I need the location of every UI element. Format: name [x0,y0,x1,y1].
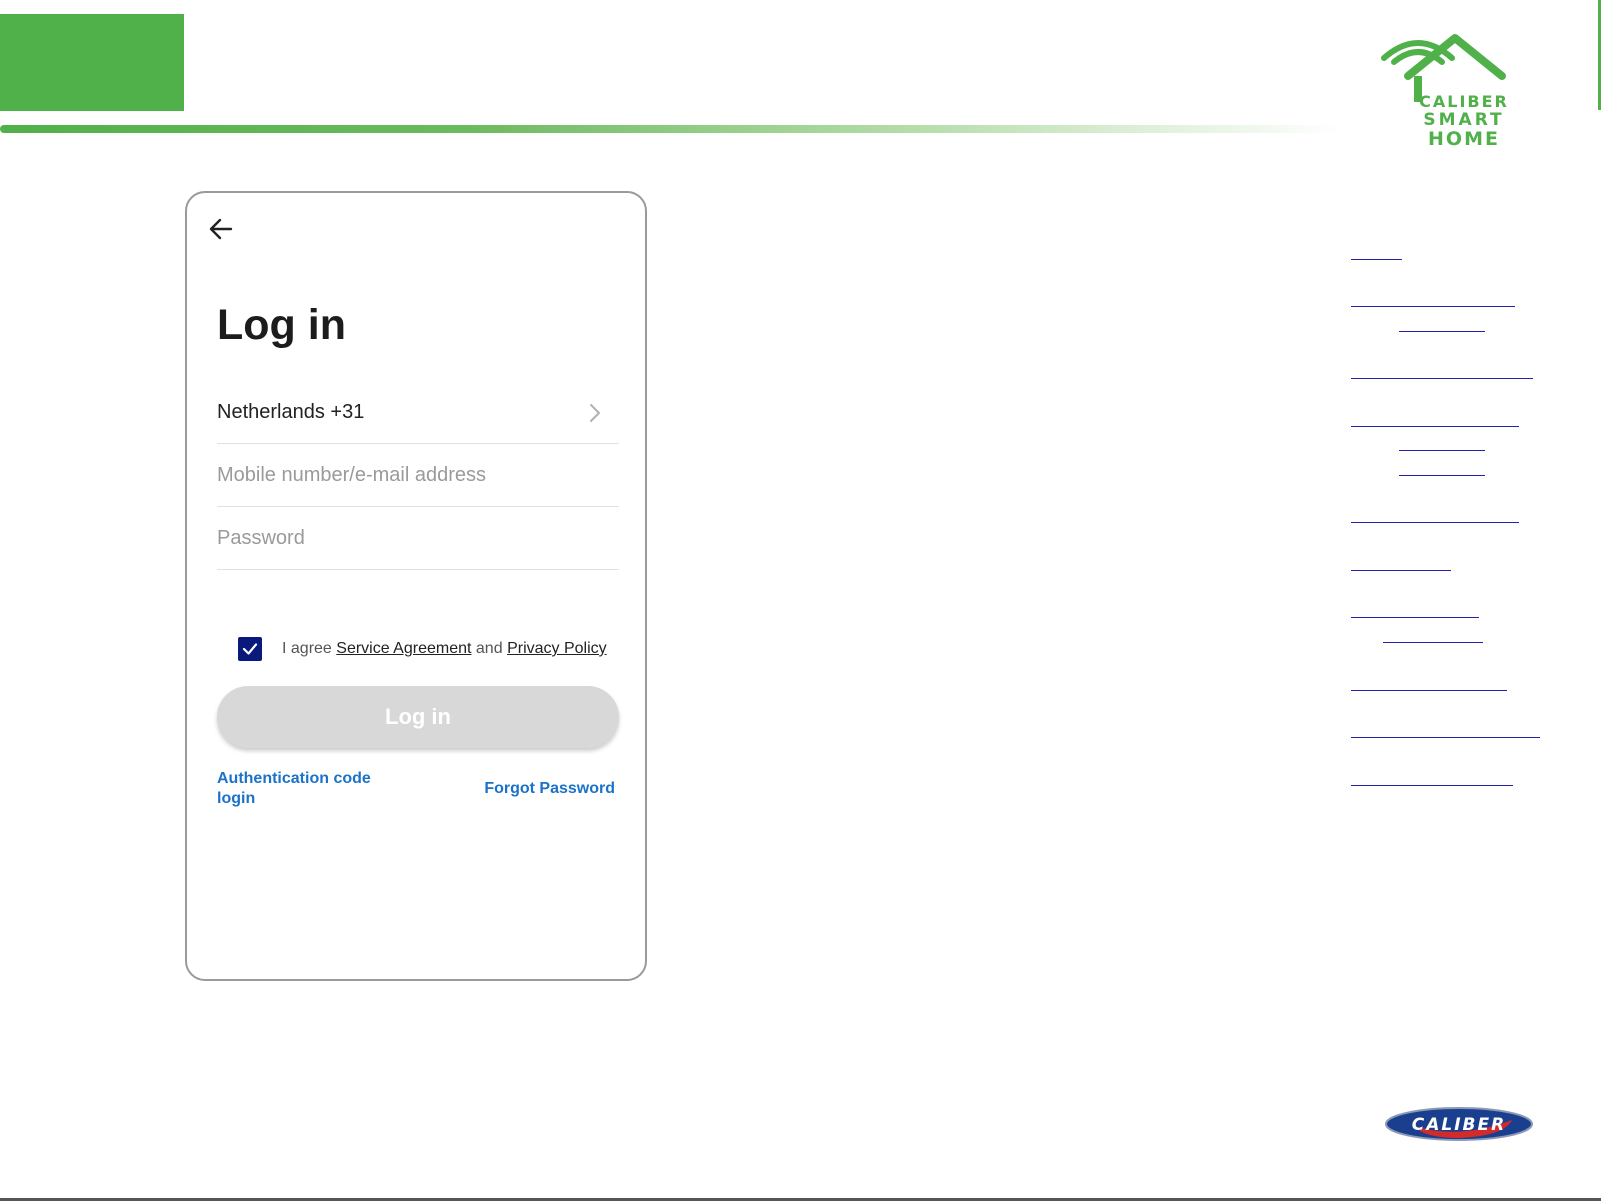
agreement-row: I agree Service Agreement and Privacy Po… [238,636,607,662]
auth-code-login-link[interactable]: Authentication code login [217,769,397,809]
password-field [217,507,619,570]
country-label: Netherlands +31 [217,401,365,423]
phone-login-screen: Log in Netherlands +31 I agree Service A… [185,191,647,981]
password-input[interactable] [217,521,619,555]
nav-link-line[interactable] [1399,450,1485,451]
caliber-smart-home-logo: CALIBER SMART HOME [1381,24,1560,154]
caliber-logo-text: CALIBER [1412,1115,1506,1135]
nav-link-line[interactable] [1351,785,1513,786]
agree-prefix: I agree [282,640,332,657]
caliber-brand-logo: CALIBER [1385,1107,1533,1141]
nav-link-line[interactable] [1399,475,1485,476]
nav-link-line[interactable] [1351,522,1519,523]
nav-link-line[interactable] [1351,426,1519,427]
login-button[interactable]: Log in [217,686,619,748]
logo-line-1: CALIBER [1419,92,1509,111]
account-field [217,444,619,507]
nav-link-line[interactable] [1383,642,1483,643]
logo-line-2: SMART [1423,110,1505,130]
agreement-text: I agree Service Agreement and Privacy Po… [282,640,607,658]
back-arrow-icon[interactable] [207,215,235,243]
nav-link-line[interactable] [1351,617,1479,618]
nav-link-line[interactable] [1351,737,1540,738]
account-input[interactable] [217,458,619,492]
header-gradient-line [0,125,1340,133]
nav-link-line[interactable] [1351,570,1451,571]
nav-link-line[interactable] [1351,690,1507,691]
privacy-policy-link[interactable]: Privacy Policy [507,640,607,657]
chevron-right-icon [590,404,600,422]
nav-link-line[interactable] [1399,331,1485,332]
forgot-password-link[interactable]: Forgot Password [484,780,615,798]
agree-and: and [475,640,503,657]
checkmark-icon [242,643,258,655]
nav-link-line[interactable] [1351,378,1533,379]
logo-line-3: HOME [1428,128,1500,150]
service-agreement-link[interactable]: Service Agreement [336,640,471,657]
nav-link-line[interactable] [1351,259,1402,260]
nav-link-line[interactable] [1351,306,1515,307]
agree-checkbox[interactable] [238,637,262,661]
country-selector[interactable]: Netherlands +31 [217,381,619,444]
page-title: Log in [217,301,346,349]
header-green-block [0,14,184,111]
